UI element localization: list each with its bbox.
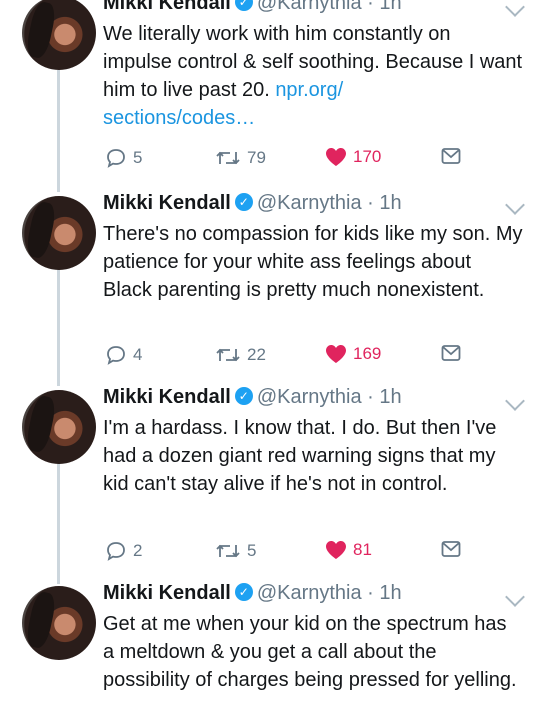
dot-separator: · [361, 0, 380, 14]
tweet-text: We literally work with him constantly on… [103, 20, 523, 132]
reply-count: 5 [133, 148, 143, 167]
envelope-icon [441, 148, 461, 164]
retweet-button[interactable]: 79 [215, 147, 266, 169]
tweet[interactable]: Mikki Kendall ✓ @Karnythia · 1h We literal… [0, 0, 538, 190]
dm-button[interactable] [441, 147, 461, 165]
timestamp[interactable]: 1h [379, 386, 401, 408]
action-bar: 5 79 170 [103, 147, 523, 173]
tweet-link-part2[interactable]: sections/codes… [103, 107, 255, 129]
reply-button[interactable]: 5 [105, 147, 142, 169]
reply-button[interactable]: 2 [105, 540, 142, 562]
display-name[interactable]: Mikki Kendall [103, 0, 231, 14]
avatar[interactable] [22, 196, 96, 270]
avatar[interactable] [22, 390, 96, 464]
tweet-header: Mikki Kendall ✓ @Karnythia · 1h [103, 386, 402, 409]
display-name[interactable]: Mikki Kendall [103, 386, 231, 408]
reply-icon [107, 149, 125, 168]
like-button[interactable]: 169 [325, 344, 381, 364]
reply-count: 2 [133, 541, 143, 560]
handle[interactable]: @Karnythia [257, 582, 362, 604]
timestamp[interactable]: 1h [379, 582, 401, 604]
verified-badge-icon: ✓ [234, 0, 253, 11]
tweet-header: Mikki Kendall ✓ @Karnythia · 1h [103, 582, 402, 605]
handle[interactable]: @Karnythia [257, 0, 362, 14]
retweet-icon [216, 348, 240, 362]
heart-icon [326, 148, 346, 166]
retweet-button[interactable]: 5 [215, 540, 256, 562]
retweet-count: 79 [247, 148, 266, 167]
retweet-icon [216, 544, 240, 558]
like-count: 81 [353, 540, 372, 559]
chevron-down-icon[interactable] [505, 391, 525, 411]
tweet-header: Mikki Kendall ✓ @Karnythia · 1h [103, 0, 402, 15]
tweet-link-part1[interactable]: npr.org/ [275, 79, 343, 101]
retweet-button[interactable]: 22 [215, 344, 266, 366]
dm-button[interactable] [441, 344, 461, 362]
tweet[interactable]: Mikki Kendall ✓ @Karnythia · 1h I'm a hard… [0, 384, 538, 580]
reply-icon [107, 542, 125, 561]
heart-icon [326, 345, 346, 363]
handle[interactable]: @Karnythia [257, 386, 362, 408]
timestamp[interactable]: 1h [379, 0, 401, 14]
chevron-down-icon[interactable] [505, 195, 525, 215]
action-bar: 2 5 81 [103, 540, 523, 566]
tweet[interactable]: Mikki Kendall ✓ @Karnythia · 1h Get at me … [0, 580, 538, 719]
verified-badge-icon: ✓ [234, 386, 253, 405]
display-name[interactable]: Mikki Kendall [103, 192, 231, 214]
reply-count: 4 [133, 345, 143, 364]
avatar[interactable] [22, 586, 96, 660]
reply-button[interactable]: 4 [105, 344, 142, 366]
timestamp[interactable]: 1h [379, 192, 401, 214]
dm-button[interactable] [441, 540, 461, 558]
dot-separator: · [361, 582, 380, 604]
verified-badge-icon: ✓ [234, 582, 253, 601]
retweet-count: 5 [247, 541, 257, 560]
handle[interactable]: @Karnythia [257, 192, 362, 214]
like-button[interactable]: 81 [325, 540, 372, 560]
tweet-text: I'm a hardass. I know that. I do. But th… [103, 417, 497, 495]
tweet[interactable]: Mikki Kendall ✓ @Karnythia · 1h There's no… [0, 190, 538, 384]
like-count: 169 [353, 344, 382, 363]
heart-icon [326, 541, 346, 559]
envelope-icon [441, 541, 461, 557]
display-name[interactable]: Mikki Kendall [103, 582, 231, 604]
reply-icon [107, 346, 125, 365]
chevron-down-icon[interactable] [505, 0, 525, 17]
action-bar: 4 22 169 [103, 344, 523, 370]
retweet-icon [216, 151, 240, 165]
chevron-down-icon[interactable] [505, 587, 525, 607]
like-count: 170 [353, 147, 382, 166]
envelope-icon [441, 345, 461, 361]
avatar[interactable] [22, 0, 96, 70]
verified-badge-icon: ✓ [234, 192, 253, 211]
tweet-text: Get at me when your kid on the spectrum … [103, 613, 517, 691]
dot-separator: · [361, 386, 380, 408]
like-button[interactable]: 170 [325, 147, 381, 167]
tweet-text: There's no compassion for kids like my s… [103, 223, 523, 301]
dot-separator: · [361, 192, 380, 214]
tweet-header: Mikki Kendall ✓ @Karnythia · 1h [103, 192, 402, 215]
retweet-count: 22 [247, 345, 266, 364]
